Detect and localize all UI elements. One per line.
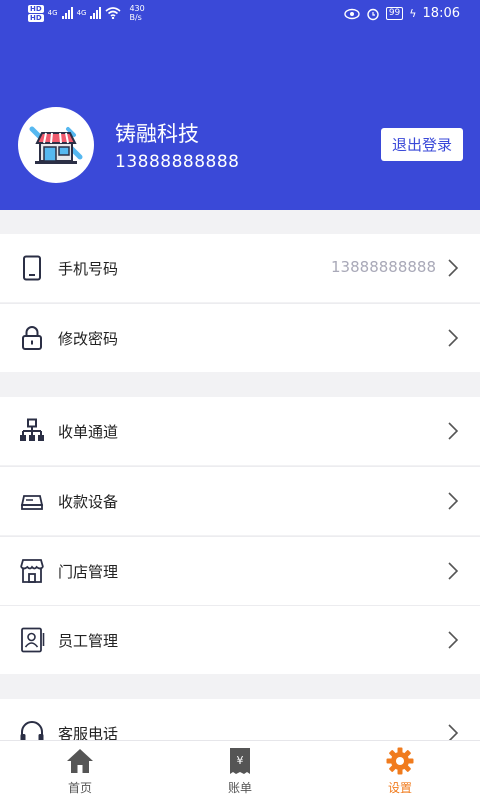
alarm-icon: [367, 8, 379, 20]
menu-item-label: 门店管理: [58, 563, 119, 581]
network-type-2: 4G: [76, 9, 87, 17]
charging-icon: ϟ: [409, 7, 417, 20]
chevron-right-icon: [448, 329, 459, 347]
lock-icon: [22, 326, 42, 350]
profile-header: HD HD 4G 4G 430 B/s 99 ϟ 18:06 铸融科技 1388…: [0, 0, 480, 210]
phone-value: 13888888888: [331, 258, 436, 276]
menu-item-phone[interactable]: 手机号码 13888888888: [0, 234, 480, 302]
battery-level: 99: [385, 7, 404, 20]
svg-text:¥: ¥: [237, 754, 244, 767]
phone-icon: [23, 255, 41, 281]
avatar[interactable]: [18, 107, 94, 183]
chevron-right-icon: [448, 631, 459, 649]
menu-item-device[interactable]: 收款设备: [0, 467, 480, 535]
store-icon: [20, 559, 44, 583]
clock: 18:06: [422, 6, 460, 21]
tab-settings[interactable]: 设置: [320, 741, 480, 801]
tab-label: 账单: [227, 781, 252, 795]
menu-item-label: 收单通道: [58, 423, 119, 441]
menu-item-change-password[interactable]: 修改密码: [0, 304, 480, 372]
tab-home[interactable]: 首页: [0, 741, 160, 801]
chevron-right-icon: [448, 562, 459, 580]
menu-item-label: 员工管理: [58, 632, 119, 650]
company-name: 铸融科技: [115, 122, 199, 146]
network-type-1: 4G: [47, 9, 58, 17]
bottom-tab-bar: 首页 ¥ 账单 设置: [0, 740, 480, 801]
signal-icon-2: [90, 7, 102, 19]
home-icon: [67, 749, 93, 773]
menu-item-label: 修改密码: [58, 330, 119, 348]
device-icon: [20, 495, 44, 510]
chevron-right-icon: [448, 492, 459, 510]
status-bar: HD HD 4G 4G 430 B/s 99 ϟ 18:06: [0, 0, 480, 30]
profile-phone: 13888888888: [115, 152, 240, 172]
tab-label: 首页: [67, 781, 92, 795]
menu-item-staff[interactable]: 员工管理: [0, 606, 480, 674]
staff-icon: [21, 627, 45, 653]
menu-item-channel[interactable]: 收单通道: [0, 397, 480, 465]
hd-icons: HD HD: [28, 4, 44, 22]
channel-icon: [20, 418, 44, 441]
menu-item-label: 收款设备: [58, 493, 119, 511]
wifi-icon: [105, 7, 121, 19]
menu-item-store[interactable]: 门店管理: [0, 537, 480, 605]
tab-label: 设置: [387, 781, 412, 795]
chevron-right-icon: [448, 259, 459, 277]
menu-item-label: 手机号码: [58, 260, 119, 278]
chevron-right-icon: [448, 422, 459, 440]
logout-button[interactable]: 退出登录: [381, 128, 463, 161]
settings-icon: [386, 747, 414, 775]
tab-bill[interactable]: ¥ 账单: [160, 741, 320, 801]
signal-icon: [61, 7, 73, 19]
eye-icon: [344, 8, 360, 19]
net-speed: 430 B/s: [129, 4, 145, 22]
store-avatar-icon: [29, 126, 83, 164]
bill-icon: ¥: [230, 748, 250, 774]
